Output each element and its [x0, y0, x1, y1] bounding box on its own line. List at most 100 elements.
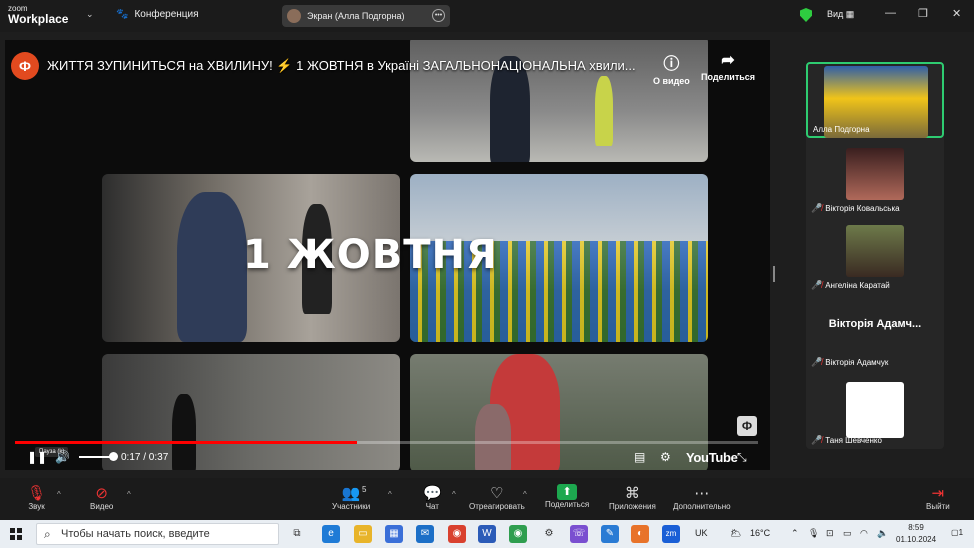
meeting-toolbar: 🎙 Звук ^ ⊘ Видео ^ 👥 5 Участники ^ 💬 Чат…: [0, 478, 974, 520]
progress-bar[interactable]: [15, 441, 758, 444]
participant-tile[interactable]: 🎤̸ Вікторія Ковальська: [806, 140, 944, 216]
volume-slider[interactable]: [79, 456, 113, 458]
chrome-icon[interactable]: ◉: [448, 525, 466, 543]
audio-button[interactable]: 🎙 Звук: [27, 484, 46, 511]
share-up-arrow-icon: ⬆: [557, 484, 578, 500]
video-options-caret-icon[interactable]: ^: [127, 490, 131, 499]
store-icon[interactable]: ▦: [385, 525, 403, 543]
subtitles-icon[interactable]: ▤: [634, 450, 645, 464]
more-options-icon[interactable]: •••: [432, 9, 445, 22]
microphone-tray-icon[interactable]: 🎙: [808, 528, 819, 539]
more-dots-icon: ⋯: [694, 485, 710, 502]
windows-taskbar: ⌕ Чтобы начать поиск, введите ⧉ e ▭ ▦ ✉ …: [0, 520, 974, 548]
walker-figure: [172, 394, 196, 470]
participants-caret-icon[interactable]: ^: [388, 490, 392, 499]
shield-icon[interactable]: [800, 8, 812, 22]
participants-label: Участники: [332, 502, 371, 511]
react-caret-icon[interactable]: ^: [523, 490, 527, 499]
more-button[interactable]: ⋯ Дополнительно: [673, 484, 731, 511]
task-view-icon[interactable]: ⧉: [288, 525, 306, 543]
video-overlay-title: 1 ЖОВТНЯ: [243, 232, 498, 278]
share-label: Поделиться: [701, 72, 756, 82]
chrome-profile-icon[interactable]: ◉: [509, 525, 527, 543]
minimize-icon[interactable]: —: [885, 7, 896, 19]
edge-icon[interactable]: e: [322, 525, 340, 543]
participants-gallery: Алла Подгорна 🎤̸ Вікторія Ковальська 🎤̸ Ан…: [806, 62, 944, 449]
notifications-icon[interactable]: ▢1: [951, 528, 963, 537]
search-placeholder: Чтобы начать поиск, введите: [61, 528, 210, 540]
apps-icon: ⌘: [624, 485, 640, 502]
info-icon: ⓘ: [663, 56, 680, 73]
shared-screen[interactable]: 1 ЖОВТНЯ Ф ЖИТТЯ ЗУПИНИТЬСЯ на ХВИЛИНУ! …: [5, 40, 770, 470]
paint-icon[interactable]: ✎: [601, 525, 619, 543]
settings-icon[interactable]: ⚙: [540, 525, 558, 543]
channel-watermark-icon[interactable]: Ф: [737, 416, 757, 436]
participant-tile[interactable]: 🎤̸ Ангеліна Каратай: [806, 217, 944, 293]
participant-tile[interactable]: Вікторія Адамч... 🎤̸ Вікторія Адамчук: [806, 294, 944, 370]
taskbar-search-input[interactable]: ⌕ Чтобы начать поиск, введите: [36, 523, 279, 545]
title-bar: zoom Workplace ⌄ 🐾 Конференция Экран (Ал…: [0, 0, 974, 32]
chat-button[interactable]: 💬 Чат: [423, 484, 442, 511]
more-label: Дополнительно: [673, 502, 731, 511]
volume-knob[interactable]: [109, 452, 118, 461]
meeting-menu[interactable]: 🐾 Конференция: [116, 9, 199, 20]
chevron-down-icon[interactable]: ⌄: [86, 9, 94, 20]
video-button[interactable]: ⊘ Видео: [90, 484, 113, 511]
language-indicator[interactable]: UK: [695, 528, 708, 538]
panel-splitter[interactable]: [773, 266, 775, 282]
search-icon: ⌕: [44, 527, 51, 541]
temperature-label[interactable]: 16°C: [750, 528, 770, 538]
system-clock[interactable]: 8:59 01.10.2024: [896, 522, 936, 546]
word-icon[interactable]: W: [478, 525, 496, 543]
mail-icon[interactable]: ✉: [416, 525, 434, 543]
view-menu[interactable]: Вид ▦: [827, 9, 854, 20]
react-label: Отреагировать: [469, 502, 525, 511]
windows-start-icon[interactable]: [10, 528, 22, 540]
viber-icon[interactable]: ☏: [570, 525, 588, 543]
participant-name: 🎤̸ Вікторія Ковальська: [811, 203, 900, 213]
share-video-button[interactable]: ➦ Поделиться: [701, 50, 755, 82]
zoom-app-icon[interactable]: zm: [662, 525, 680, 543]
firefox-icon[interactable]: ◐: [631, 525, 649, 543]
youtube-logo[interactable]: YouTube: [686, 450, 738, 465]
pause-icon[interactable]: ❚❚: [27, 450, 47, 464]
share-screen-button[interactable]: ⬆ Поделиться: [545, 484, 589, 509]
leave-button[interactable]: ⇥ Выйти: [926, 484, 950, 511]
notification-count: 1: [958, 528, 964, 537]
weather-icon[interactable]: 🌥: [730, 528, 741, 539]
tray-chevron-icon[interactable]: ⌃: [791, 528, 799, 539]
settings-gear-icon[interactable]: ⚙: [660, 450, 671, 464]
paw-icon: 🐾: [116, 9, 129, 20]
battery-icon[interactable]: ▭: [843, 528, 852, 539]
apps-button[interactable]: ⌘ Приложения: [609, 484, 656, 511]
participants-button[interactable]: 👥 5 Участники: [332, 484, 370, 511]
wifi-icon[interactable]: ◠: [860, 528, 868, 539]
audio-options-caret-icon[interactable]: ^: [57, 490, 61, 499]
chat-label: Чат: [425, 502, 439, 511]
zoom-window: zoom Workplace ⌄ 🐾 Конференция Экран (Ал…: [0, 0, 974, 520]
heart-icon: ♡: [490, 485, 504, 502]
speaker-icon[interactable]: 🔈: [877, 528, 888, 539]
chat-caret-icon[interactable]: ^: [452, 490, 456, 499]
video-title[interactable]: ЖИТТЯ ЗУПИНИТЬСЯ на ХВИЛИНУ! ⚡ 1 ЖОВТНЯ …: [47, 58, 647, 74]
network-icon[interactable]: ⊡: [826, 528, 834, 539]
channel-logo[interactable]: Ф: [11, 52, 39, 80]
react-button[interactable]: ♡ Отреагировать: [469, 484, 525, 511]
restore-icon[interactable]: ❐: [918, 7, 928, 20]
close-icon[interactable]: ✕: [952, 7, 961, 20]
folder-icon[interactable]: ▭: [354, 525, 372, 543]
mic-muted-icon: 🎤̸: [811, 203, 823, 213]
volume-icon[interactable]: 🔊: [55, 450, 70, 464]
clock-date: 01.10.2024: [896, 535, 937, 544]
participant-tile[interactable]: Алла Подгорна: [806, 62, 944, 138]
participant-tile[interactable]: 🎤̸ Таня Шевченко: [806, 372, 944, 448]
share-label: Поделиться: [545, 500, 590, 509]
exit-fullscreen-icon[interactable]: ⤡: [737, 450, 747, 465]
camera-off-icon: ⊘: [95, 485, 108, 502]
participant-photo: [846, 382, 904, 438]
zoom-logo: zoom Workplace: [8, 5, 68, 26]
avatar: [287, 9, 301, 23]
officer-figure: [595, 76, 613, 146]
about-video-button[interactable]: ⓘ О видео: [653, 50, 690, 86]
screen-share-indicator[interactable]: Экран (Алла Подгорна) •••: [282, 5, 450, 27]
